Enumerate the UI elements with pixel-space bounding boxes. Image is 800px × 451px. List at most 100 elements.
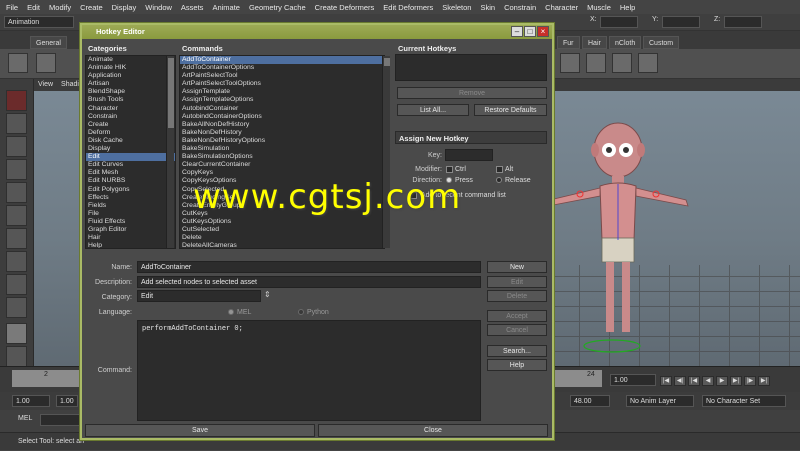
category-item[interactable]: Edit Polygons: [86, 186, 175, 194]
shelf-icon-2[interactable]: [36, 53, 56, 73]
shelf-tab-fur[interactable]: Fur: [557, 36, 580, 49]
mel-radio[interactable]: [228, 309, 234, 315]
delete-button[interactable]: Delete: [487, 290, 547, 302]
category-item[interactable]: Brush Tools: [86, 96, 175, 104]
menu-edit-deformers[interactable]: Edit Deformers: [383, 3, 433, 12]
command-item[interactable]: DeleteAllCameras: [180, 242, 384, 248]
name-field[interactable]: AddToContainer: [137, 261, 481, 273]
play-back-button[interactable]: ◀: [702, 376, 714, 386]
mode-selector[interactable]: Animation: [4, 16, 74, 28]
category-item[interactable]: Animate: [86, 56, 175, 64]
layout-persp-icon[interactable]: [6, 323, 27, 344]
category-field[interactable]: Edit: [137, 290, 261, 302]
command-item[interactable]: BakeAllNonDefHistory: [180, 121, 384, 129]
menu-window[interactable]: Window: [145, 3, 172, 12]
command-item[interactable]: ArtPaintSelectToolOptions: [180, 80, 384, 88]
category-item[interactable]: Edit Mesh: [86, 169, 175, 177]
search-button[interactable]: Search...: [487, 345, 547, 357]
shelf-tab-general[interactable]: General: [30, 36, 67, 49]
command-item[interactable]: ArtPaintSelectTool: [180, 72, 384, 80]
category-item[interactable]: Graph Editor: [86, 226, 175, 234]
category-item[interactable]: Create: [86, 121, 175, 129]
maximize-icon[interactable]: □: [524, 26, 536, 37]
cancel-button[interactable]: Cancel: [487, 324, 547, 336]
shelf-tab-hair[interactable]: Hair: [582, 36, 607, 49]
step-forward-button[interactable]: ▶|: [730, 376, 742, 386]
ctrl-checkbox[interactable]: [446, 166, 453, 173]
move-tool-icon[interactable]: [6, 159, 27, 180]
range-start-field[interactable]: 1.00: [12, 395, 50, 407]
command-item[interactable]: AddToContainer: [180, 56, 384, 65]
lasso-tool-icon[interactable]: [6, 113, 27, 134]
category-item[interactable]: Application: [86, 72, 175, 80]
shelf-icon-1[interactable]: [8, 53, 28, 73]
goto-start-button[interactable]: |◀: [660, 376, 672, 386]
command-item[interactable]: AddToContainerOptions: [180, 64, 384, 72]
accept-button[interactable]: Accept: [487, 310, 547, 322]
range-end-field[interactable]: 48.00: [570, 395, 610, 407]
list-all-button[interactable]: List All...: [397, 104, 469, 116]
category-item[interactable]: Disk Cache: [86, 137, 175, 145]
layout-graph-icon[interactable]: [6, 346, 27, 367]
scale-tool-icon[interactable]: [6, 205, 27, 226]
command-textarea[interactable]: performAddToContainer 0;: [137, 320, 481, 421]
range-start2-field[interactable]: 1.00: [56, 395, 78, 407]
step-back-button[interactable]: |◀: [688, 376, 700, 386]
save-button[interactable]: Save: [85, 424, 315, 437]
shelf-icon-5[interactable]: [612, 53, 632, 73]
command-item[interactable]: BakeNonDefHistoryOptions: [180, 137, 384, 145]
categories-scroll-thumb[interactable]: [168, 58, 174, 128]
menu-character[interactable]: Character: [545, 3, 578, 12]
goto-end-button[interactable]: ▶|: [758, 376, 770, 386]
menu-display[interactable]: Display: [112, 3, 137, 12]
menu-constrain[interactable]: Constrain: [504, 3, 536, 12]
menu-modify[interactable]: Modify: [49, 3, 71, 12]
paint-tool-icon[interactable]: [6, 136, 27, 157]
release-radio[interactable]: [496, 177, 502, 183]
shelf-icon-4[interactable]: [586, 53, 606, 73]
category-item[interactable]: Hair: [86, 234, 175, 242]
command-item[interactable]: ClearCurrentContainer: [180, 161, 384, 169]
alt-checkbox[interactable]: [496, 166, 503, 173]
menu-file[interactable]: File: [6, 3, 18, 12]
command-item[interactable]: BakeNonDefHistory: [180, 129, 384, 137]
x-field[interactable]: [600, 16, 638, 28]
current-frame-field[interactable]: 1.00: [610, 374, 656, 386]
menu-assets[interactable]: Assets: [181, 3, 204, 12]
category-item[interactable]: BlendShape: [86, 88, 175, 96]
restore-defaults-button[interactable]: Restore Defaults: [474, 104, 547, 116]
layout-outliner-icon[interactable]: [6, 297, 27, 318]
z-field[interactable]: [724, 16, 762, 28]
category-item[interactable]: Artisan: [86, 80, 175, 88]
key-field[interactable]: [445, 149, 493, 161]
remove-button[interactable]: Remove: [397, 87, 547, 99]
python-radio[interactable]: [298, 309, 304, 315]
category-item[interactable]: Fields: [86, 202, 175, 210]
rotate-tool-icon[interactable]: [6, 182, 27, 203]
command-item[interactable]: AssignTemplate: [180, 88, 384, 96]
command-item[interactable]: BakeSimulationOptions: [180, 153, 384, 161]
category-item[interactable]: File: [86, 210, 175, 218]
select-tool-icon[interactable]: [6, 90, 27, 111]
category-item[interactable]: Deform: [86, 129, 175, 137]
shelf-icon-6[interactable]: [638, 53, 658, 73]
command-item[interactable]: BakeSimulation: [180, 145, 384, 153]
command-item[interactable]: CutKeysOptions: [180, 218, 384, 226]
new-button[interactable]: New: [487, 261, 547, 273]
shelf-tab-custom[interactable]: Custom: [643, 36, 680, 49]
category-item[interactable]: Display: [86, 145, 175, 153]
command-item[interactable]: CutSelected: [180, 226, 384, 234]
character-set-selector[interactable]: No Character Set: [702, 395, 786, 407]
category-item[interactable]: Character: [86, 105, 175, 113]
description-field[interactable]: Add selected nodes to selected asset: [137, 276, 481, 288]
command-item[interactable]: Delete: [180, 234, 384, 242]
menu-geometry-cache[interactable]: Geometry Cache: [249, 3, 306, 12]
minimize-icon[interactable]: –: [511, 26, 523, 37]
viewport-menu-shading[interactable]: Shadi: [61, 81, 79, 88]
close-icon[interactable]: ×: [537, 26, 549, 37]
menu-create[interactable]: Create: [80, 3, 103, 12]
layout-four-icon[interactable]: [6, 274, 27, 295]
menu-edit[interactable]: Edit: [27, 3, 40, 12]
current-hotkeys-list[interactable]: [395, 54, 547, 81]
shelf-icon-3[interactable]: [560, 53, 580, 73]
